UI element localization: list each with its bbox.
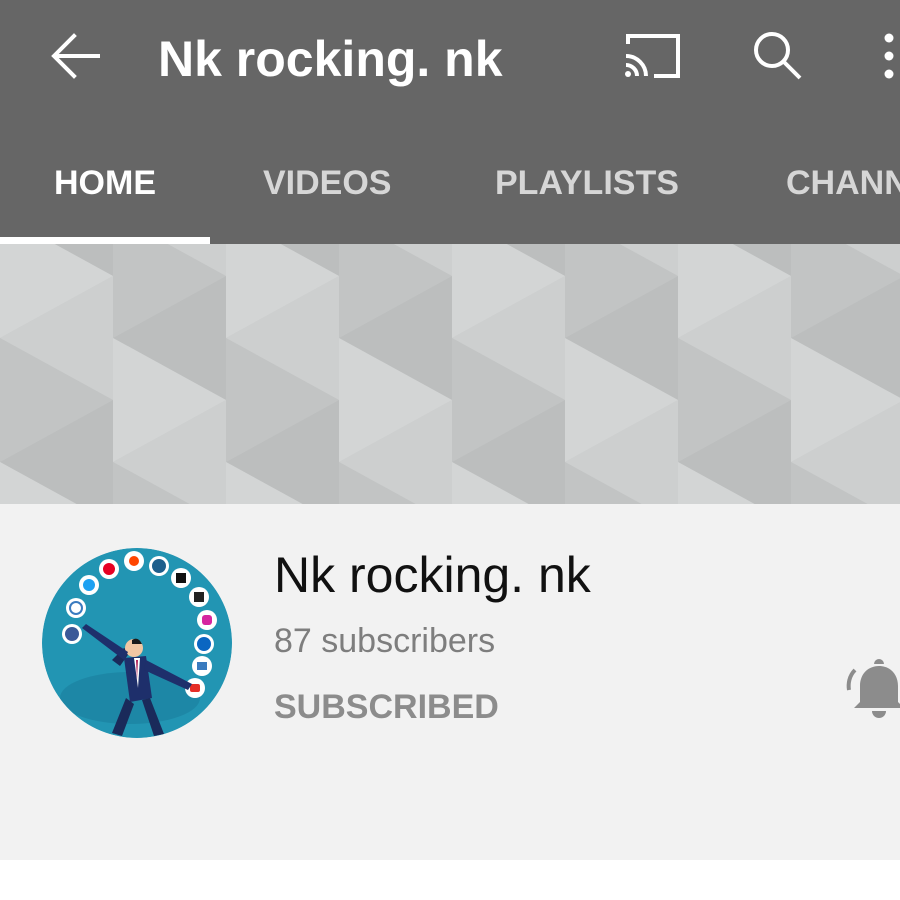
active-tab-indicator: [0, 237, 210, 244]
channel-info: Nk rocking. nk 87 subscribers SUBSCRIBED: [0, 504, 900, 860]
avatar-image: [42, 548, 232, 738]
subscribed-button[interactable]: SUBSCRIBED: [274, 688, 499, 727]
tab-videos[interactable]: VIDEOS: [263, 120, 391, 244]
cast-button[interactable]: [620, 30, 684, 82]
cast-icon: [625, 34, 680, 78]
channel-name: Nk rocking. nk: [274, 547, 591, 603]
tab-channels[interactable]: CHANNELS: [786, 120, 900, 244]
arrow-left-icon: [51, 33, 100, 79]
channel-banner: [0, 244, 900, 504]
back-button[interactable]: [44, 28, 108, 84]
tab-playlists[interactable]: PLAYLISTS: [495, 120, 679, 244]
toolbar: Nk rocking. nk: [0, 0, 900, 120]
search-button[interactable]: [748, 26, 808, 86]
notification-bell-icon: [846, 659, 900, 718]
more-vertical-icon: [884, 33, 894, 79]
more-options-button[interactable]: [872, 28, 900, 84]
tab-home[interactable]: HOME: [54, 120, 156, 244]
search-icon: [754, 32, 802, 80]
channel-tabs: HOME VIDEOS PLAYLISTS CHANNELS: [0, 120, 900, 244]
page-title: Nk rocking. nk: [158, 31, 503, 87]
notification-bell-button[interactable]: [846, 658, 900, 720]
app-bar: Nk rocking. nk HOME VIDEOS PLAYLISTS CHA…: [0, 0, 900, 244]
avatar[interactable]: [42, 548, 232, 738]
subscriber-count: 87 subscribers: [274, 622, 496, 660]
banner-pattern: [0, 244, 900, 504]
